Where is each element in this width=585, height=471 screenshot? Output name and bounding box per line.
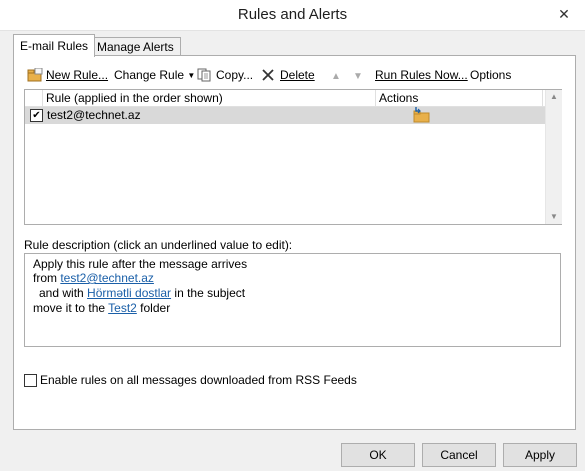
- scroll-up-icon[interactable]: ▲: [546, 90, 562, 104]
- rules-list[interactable]: Rule (applied in the order shown) Action…: [24, 89, 562, 225]
- dropdown-arrow-icon: ▼: [187, 71, 196, 80]
- delete-label: Delete: [280, 68, 315, 82]
- copy-icon: [197, 68, 211, 82]
- cancel-button[interactable]: Cancel: [422, 443, 496, 467]
- description-text: and with: [39, 286, 88, 300]
- rule-enabled-checkbox[interactable]: ✔: [30, 109, 43, 122]
- sender-address-link[interactable]: test2@technet.az: [60, 271, 154, 285]
- checkmark-icon: ✔: [32, 110, 41, 121]
- tab-email-rules[interactable]: E-mail Rules: [13, 34, 96, 57]
- run-rules-now-label: Run Rules Now...: [375, 68, 468, 82]
- column-separator: [542, 90, 543, 106]
- tab-manage-alerts[interactable]: Manage Alerts: [90, 37, 181, 56]
- ok-button[interactable]: OK: [341, 443, 415, 467]
- scroll-down-icon[interactable]: ▼: [546, 210, 562, 224]
- rule-description-label: Rule description (click an underlined va…: [24, 238, 293, 252]
- options-button[interactable]: Options: [470, 67, 511, 83]
- description-text: from: [33, 271, 61, 285]
- rules-list-scrollbar[interactable]: ▲ ▼: [545, 90, 562, 224]
- description-line: Apply this rule after the message arrive…: [33, 257, 248, 271]
- apply-button[interactable]: Apply: [503, 443, 577, 467]
- options-label: Options: [470, 68, 512, 82]
- move-up-button[interactable]: ▲: [331, 67, 341, 83]
- copy-label: Copy...: [216, 68, 254, 82]
- description-text: folder: [136, 301, 171, 315]
- description-line: move it to the Test2 folder: [33, 301, 170, 315]
- rule-description-box: Apply this rule after the message arrive…: [24, 253, 561, 347]
- delete-icon: [262, 69, 274, 81]
- close-button[interactable]: ✕: [555, 5, 573, 23]
- title-bar: Rules and Alerts ✕: [0, 0, 585, 31]
- column-separator: [375, 90, 376, 106]
- rules-and-alerts-dialog: Rules and Alerts ✕ E-mail Rules Manage A…: [0, 0, 585, 471]
- rule-name: test2@technet.az: [47, 108, 141, 122]
- rss-rules-checkbox[interactable]: [24, 374, 37, 387]
- move-to-folder-icon: [413, 107, 430, 123]
- description-line: from test2@technet.az: [33, 271, 154, 285]
- move-down-icon: ▼: [353, 71, 363, 82]
- rss-rules-label: Enable rules on all messages downloaded …: [40, 373, 357, 387]
- column-header-rule[interactable]: Rule (applied in the order shown): [46, 91, 223, 105]
- description-text: move it to the: [33, 301, 109, 315]
- move-down-button[interactable]: ▼: [353, 67, 363, 83]
- run-rules-now-button[interactable]: Run Rules Now...: [375, 67, 468, 83]
- new-rule-label: New Rule...: [46, 68, 109, 82]
- description-line: and with Hörmətli dostlar in the subject: [39, 286, 245, 300]
- change-rule-label: Change Rule: [114, 68, 185, 82]
- target-folder-link[interactable]: Test2: [108, 301, 137, 315]
- subject-words-link[interactable]: Hörmətli dostlar: [87, 286, 171, 300]
- window-title: Rules and Alerts: [237, 6, 348, 23]
- column-separator: [42, 90, 43, 106]
- change-rule-button[interactable]: Change Rule ▼: [114, 67, 195, 83]
- close-icon: ✕: [558, 6, 570, 22]
- rules-list-header: Rule (applied in the order shown) Action…: [25, 90, 545, 107]
- move-up-icon: ▲: [331, 71, 341, 82]
- description-text: in the subject: [171, 286, 246, 300]
- new-rule-icon: [27, 68, 43, 82]
- column-header-actions[interactable]: Actions: [379, 91, 418, 105]
- rule-row[interactable]: ✔ test2@technet.az: [25, 107, 545, 124]
